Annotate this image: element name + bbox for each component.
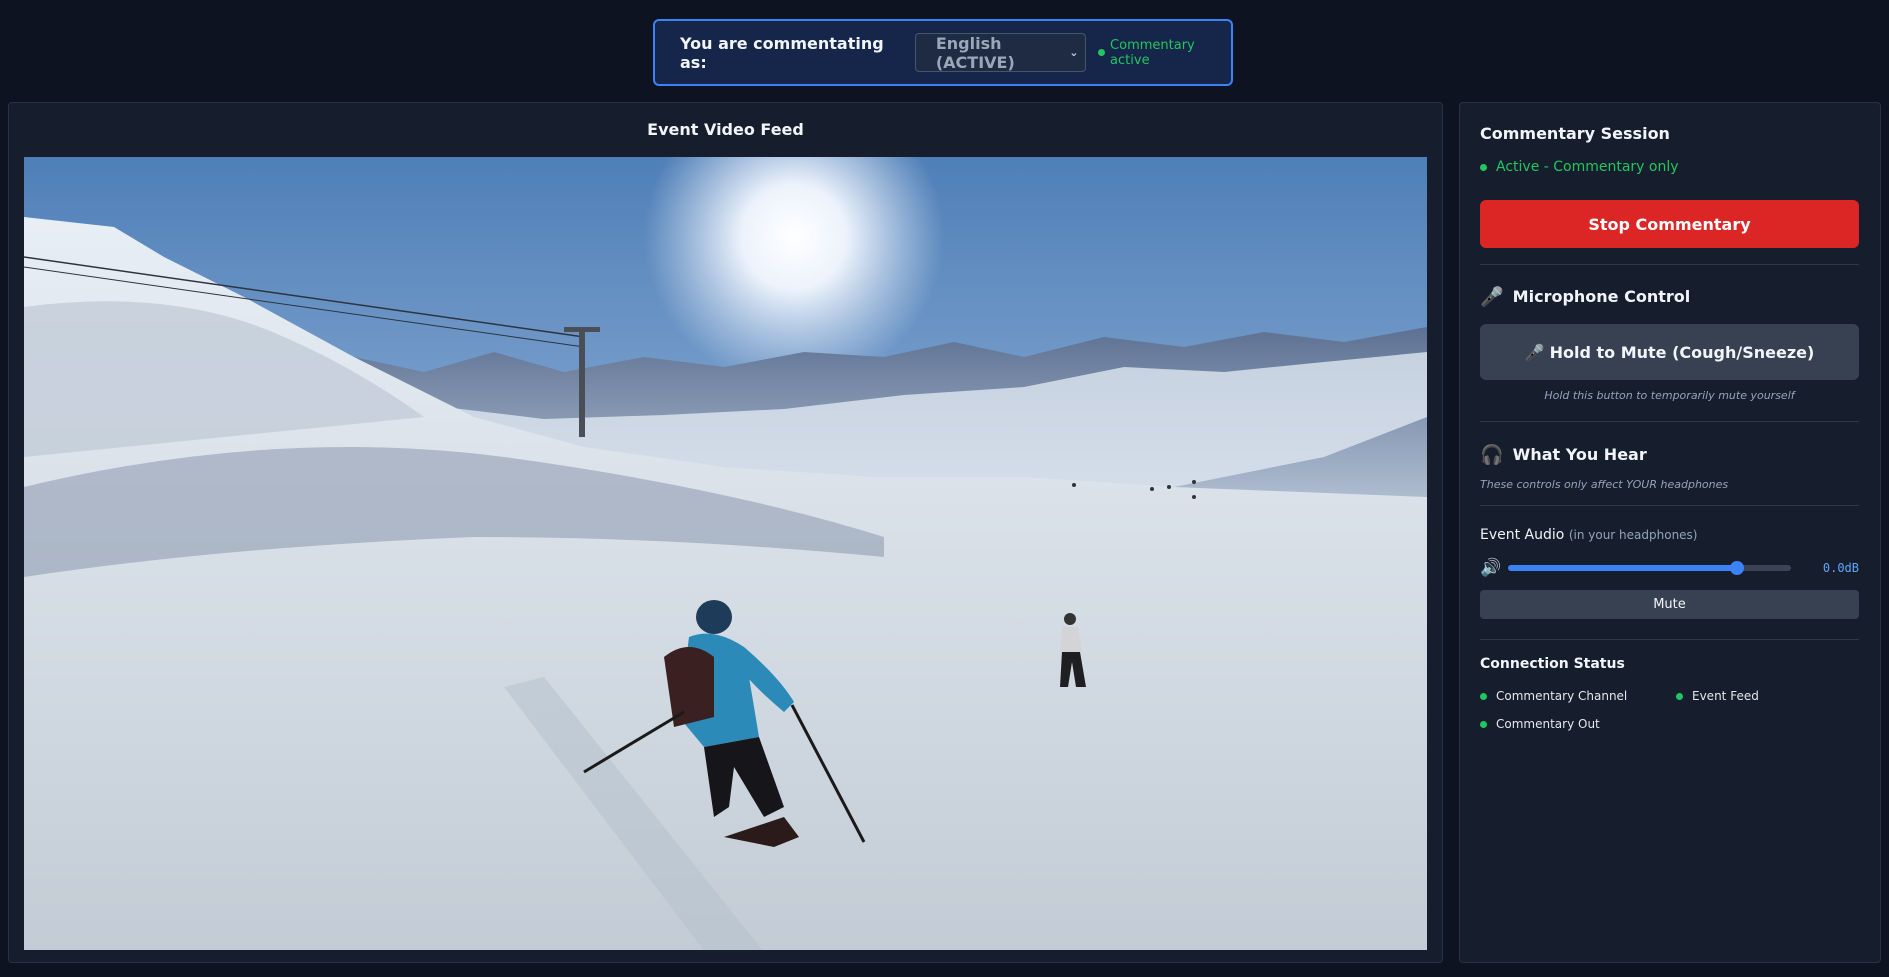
event-audio-label: Event Audio (in your headphones) — [1480, 527, 1698, 543]
microphone-title: Microphone Control — [1512, 287, 1691, 306]
commentary-status-text: Commentary active — [1110, 37, 1195, 68]
language-select[interactable]: English (ACTIVE) ⌄ — [914, 33, 1087, 72]
language-bar: You are commentating as: English (ACTIVE… — [653, 19, 1233, 86]
mute-hint: Hold this button to temporarily mute you… — [1544, 389, 1795, 402]
microphone-icon: 🎤 — [1524, 342, 1545, 362]
video-title: Event Video Feed — [647, 120, 804, 139]
session-status: Active - Commentary only — [1480, 159, 1679, 175]
divider — [1480, 639, 1859, 640]
event-audio-volume: 🔊 0.0dB — [1480, 558, 1859, 578]
connection-item-commentary-out: Commentary Out — [1480, 717, 1600, 731]
video-player[interactable] — [24, 157, 1427, 950]
connection-item-event-feed: Event Feed — [1676, 689, 1759, 703]
divider — [1480, 505, 1859, 506]
connection-title: Connection Status — [1480, 656, 1625, 672]
status-dot-icon — [1676, 692, 1683, 700]
language-select-value: English (ACTIVE) — [935, 33, 1015, 72]
chevron-down-icon: ⌄ — [1069, 46, 1079, 59]
connection-item-commentary-channel: Commentary Channel — [1480, 689, 1627, 703]
status-dot-icon — [1480, 692, 1487, 700]
event-audio-sub: (in your headphones) — [1568, 528, 1698, 542]
status-dot-icon — [1480, 163, 1487, 171]
event-audio-title: Event Audio — [1480, 527, 1565, 543]
ski-scene-image — [24, 157, 1427, 950]
hear-section-title: 🎧 What You Hear — [1480, 443, 1647, 466]
status-dot-icon — [1098, 49, 1106, 56]
hold-to-mute-button[interactable]: 🎤 Hold to Mute (Cough/Sneeze) — [1480, 324, 1859, 380]
microphone-section-title: 🎤 Microphone Control — [1480, 285, 1690, 308]
language-label: You are commentating as: — [680, 33, 884, 72]
hear-hint: These controls only affect YOUR headphon… — [1480, 478, 1729, 491]
volume-slider-fill — [1508, 565, 1738, 571]
divider — [1480, 421, 1859, 422]
session-title: Commentary Session — [1480, 124, 1670, 143]
connection-label: Event Feed — [1692, 689, 1759, 703]
headphones-icon: 🎧 — [1480, 444, 1504, 466]
divider — [1480, 264, 1859, 265]
stop-commentary-button[interactable]: Stop Commentary — [1480, 200, 1859, 248]
connection-label: Commentary Out — [1496, 717, 1600, 731]
video-panel: Event Video Feed — [8, 102, 1443, 963]
session-status-text: Active - Commentary only — [1496, 159, 1679, 175]
mute-event-audio-button[interactable]: Mute — [1480, 590, 1859, 619]
microphone-icon: 🎤 — [1480, 286, 1504, 308]
side-panel: Commentary Session Active - Commentary o… — [1459, 102, 1881, 963]
volume-slider[interactable] — [1508, 561, 1791, 575]
hold-to-mute-label: Hold to Mute (Cough/Sneeze) — [1549, 342, 1815, 362]
hear-title: What You Hear — [1512, 445, 1647, 464]
speaker-icon: 🔊 — [1480, 558, 1502, 578]
volume-slider-thumb[interactable] — [1730, 561, 1745, 575]
volume-readout: 0.0dB — [1822, 561, 1859, 575]
connection-label: Commentary Channel — [1496, 689, 1628, 703]
status-dot-icon — [1480, 720, 1487, 728]
commentary-status-badge: Commentary active — [1098, 38, 1231, 68]
